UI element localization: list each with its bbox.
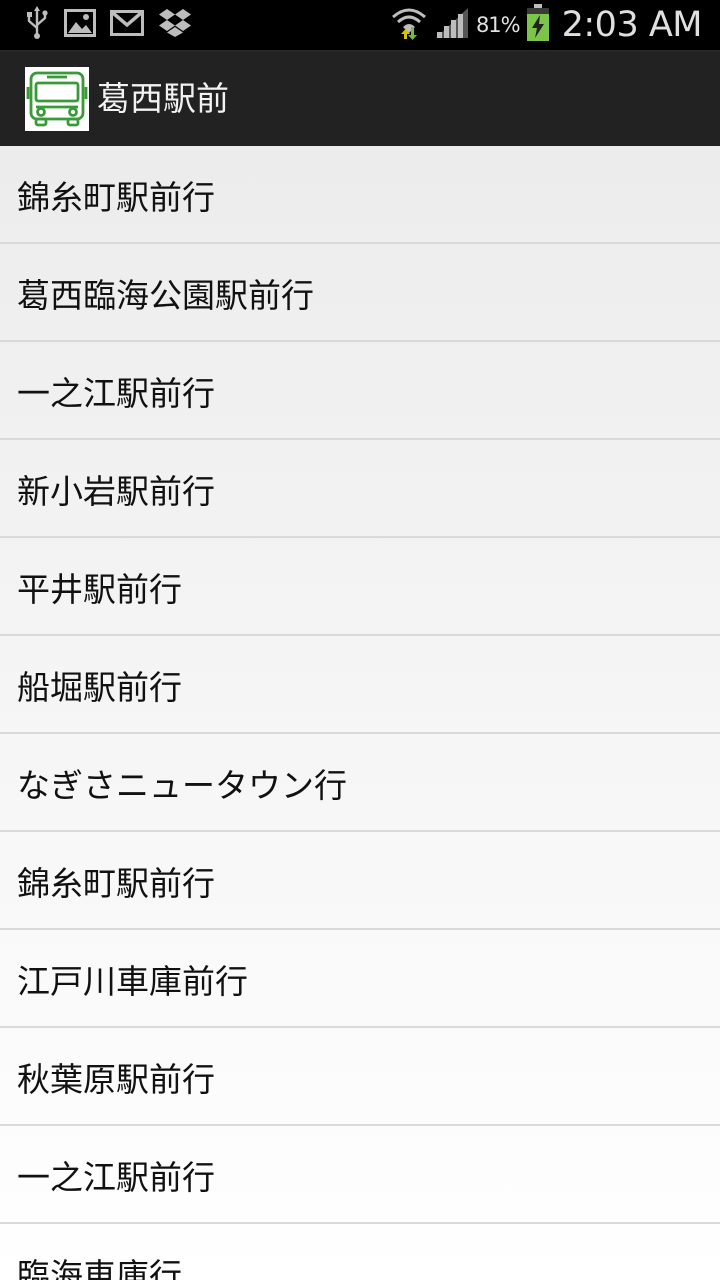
app-title: 葛西駅前 [97,79,229,118]
list-item[interactable]: 錦糸町駅前行 [0,832,720,930]
image-icon [64,9,96,41]
list-item-label: 平井駅前行 [17,570,182,609]
notification-icons [24,6,192,44]
list-item-label: なぎさニュータウン行 [17,766,347,805]
signal-icon [434,6,470,44]
list-item[interactable]: 船堀駅前行 [0,636,720,734]
list-item[interactable]: 臨海車庫行 [0,1224,720,1280]
gmail-icon [110,10,144,40]
list-item[interactable]: なぎさニュータウン行 [0,734,720,832]
list-item-label: 一之江駅前行 [17,1158,215,1197]
list-item[interactable]: 葛西臨海公園駅前行 [0,244,720,342]
list-item-label: 錦糸町駅前行 [17,864,215,903]
list-item[interactable]: 錦糸町駅前行 [0,146,720,244]
list-item-label: 錦糸町駅前行 [17,178,215,217]
clock: 2:03 AM [561,5,703,45]
list-item[interactable]: 一之江駅前行 [0,342,720,440]
battery-charging-icon [526,4,550,46]
list-item-label: 新小岩駅前行 [17,472,215,511]
dropbox-icon [158,8,192,42]
list-item[interactable]: 秋葉原駅前行 [0,1028,720,1126]
battery-percent: 81% [475,13,521,37]
action-bar: 葛西駅前 [0,50,720,146]
system-icons: 81% 2:03 AM [390,0,703,50]
status-bar: 81% 2:03 AM [0,0,720,50]
list-item[interactable]: 一之江駅前行 [0,1126,720,1224]
list-item-label: 船堀駅前行 [17,668,182,707]
list-item[interactable]: 平井駅前行 [0,538,720,636]
list-item-label: 臨海車庫行 [17,1256,182,1280]
usb-icon [24,6,50,44]
destination-list[interactable]: 錦糸町駅前行 葛西臨海公園駅前行 一之江駅前行 新小岩駅前行 平井駅前行 船堀駅… [0,146,720,1280]
list-item-label: 葛西臨海公園駅前行 [17,276,314,315]
list-item[interactable]: 江戸川車庫前行 [0,930,720,1028]
list-item-label: 一之江駅前行 [17,374,215,413]
wifi-icon [390,5,428,45]
list-item[interactable]: 新小岩駅前行 [0,440,720,538]
list-item-label: 秋葉原駅前行 [17,1060,215,1099]
list-item-label: 江戸川車庫前行 [17,962,248,1001]
bus-icon[interactable] [25,67,89,131]
